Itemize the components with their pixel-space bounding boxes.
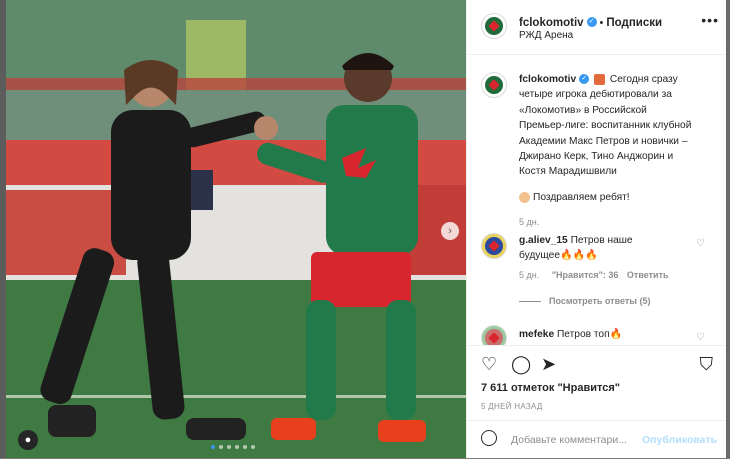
carousel-dots <box>211 445 255 449</box>
more-icon[interactable]: ••• <box>701 12 719 28</box>
caption-line: Костя Марадишвили <box>519 166 617 178</box>
carousel-dot <box>211 445 215 449</box>
caption-line: четыре игрока дебютировали за <box>519 89 672 101</box>
reply-button[interactable]: Ответить <box>627 270 669 280</box>
comment-likes[interactable]: "Нравится": 36 <box>552 270 619 280</box>
share-icon[interactable]: ➤ <box>541 354 556 375</box>
comment-text: Петров наше <box>570 235 633 246</box>
post-panel: fclokomotiv ✓ • Подписки РЖД Арена ••• fclo… <box>466 0 727 458</box>
comment-meta: 5 дн. "Нравится": 36 Ответить <box>519 270 669 280</box>
bookmark-icon[interactable]: ⛉ <box>700 354 714 375</box>
comment: mefeke Петров топ🔥 <box>519 327 699 342</box>
caption-line: Сегодня сразу <box>609 74 678 85</box>
caption: fclokomotiv ✓ Сегодня сразу четыре игрока… <box>519 72 719 231</box>
caption-congrats: Поздравляем ребят! <box>533 191 630 203</box>
separator-dot: • <box>599 17 604 29</box>
carousel-dot <box>251 445 255 449</box>
avatar[interactable] <box>481 13 507 39</box>
backdrop-right <box>726 0 730 458</box>
caption-age: 5 дн. <box>519 217 540 228</box>
comment-text: будущее🔥🔥🔥 <box>519 250 599 261</box>
publish-button[interactable]: Опубликовать <box>642 434 717 446</box>
verified-icon: ✓ <box>579 74 590 85</box>
likes-count[interactable]: 7 611 отметок "Нравится" <box>481 382 620 394</box>
avatar[interactable] <box>481 72 507 98</box>
emoji-icon[interactable] <box>481 430 497 446</box>
calendar-emoji-icon <box>594 73 606 85</box>
likes-text[interactable]: 7 611 отметок "Нравится" <box>481 382 620 394</box>
clap-emoji-icon <box>519 191 530 203</box>
comment-like-icon[interactable]: ♡ <box>696 238 705 249</box>
view-replies[interactable]: Посмотреть ответы (5) <box>519 296 650 306</box>
verified-icon: ✓ <box>586 16 597 27</box>
location-link[interactable]: РЖД Арена <box>519 30 573 41</box>
comment-icon[interactable]: ◯ <box>511 354 531 375</box>
caption-line: «Локомотив» в Российской <box>519 104 647 116</box>
caption-username[interactable]: fclokomotiv <box>519 74 576 85</box>
post-photo[interactable]: › ● <box>6 0 466 458</box>
comment-input[interactable]: Добавьте комментари... <box>511 434 627 446</box>
caption-line: Премьер-лиге: воспитанник клубной <box>519 120 692 132</box>
carousel-dot <box>243 445 247 449</box>
caption-line: Академии Макс Петров и новички – <box>519 135 688 147</box>
caption-line: Джирано Керк, Тино Анджорин и <box>519 151 674 163</box>
carousel-dot <box>235 445 239 449</box>
carousel-dot <box>227 445 231 449</box>
comment-text: Петров топ🔥 <box>556 329 623 340</box>
comment-like-icon[interactable]: ♡ <box>696 332 705 343</box>
comment-age: 5 дн. <box>519 270 540 280</box>
replies-line <box>519 301 541 303</box>
comment-username[interactable]: mefeke <box>519 329 554 340</box>
post-date: 5 ДНЕЙ НАЗАД <box>481 402 543 411</box>
comment: g.aliev_15 Петров наше будущее🔥🔥🔥 <box>519 233 699 263</box>
post-header: fclokomotiv ✓ • Подписки РЖД Арена ••• <box>467 0 727 55</box>
comment-username[interactable]: g.aliev_15 <box>519 235 568 246</box>
following-button[interactable]: Подписки <box>606 17 662 29</box>
username-link[interactable]: fclokomotiv <box>519 17 584 29</box>
carousel-next-icon[interactable]: › <box>441 222 459 240</box>
comment-form: Добавьте комментари... Опубликовать <box>467 420 727 459</box>
user-tag-icon[interactable]: ● <box>18 430 38 450</box>
view-replies-label[interactable]: Посмотреть ответы (5) <box>549 296 650 306</box>
avatar[interactable] <box>481 233 507 259</box>
heart-icon[interactable]: ♡ <box>481 354 497 375</box>
avatar[interactable] <box>481 325 507 345</box>
carousel-dot <box>219 445 223 449</box>
comments-area[interactable]: fclokomotiv ✓ Сегодня сразу четыре игрока… <box>467 55 727 345</box>
